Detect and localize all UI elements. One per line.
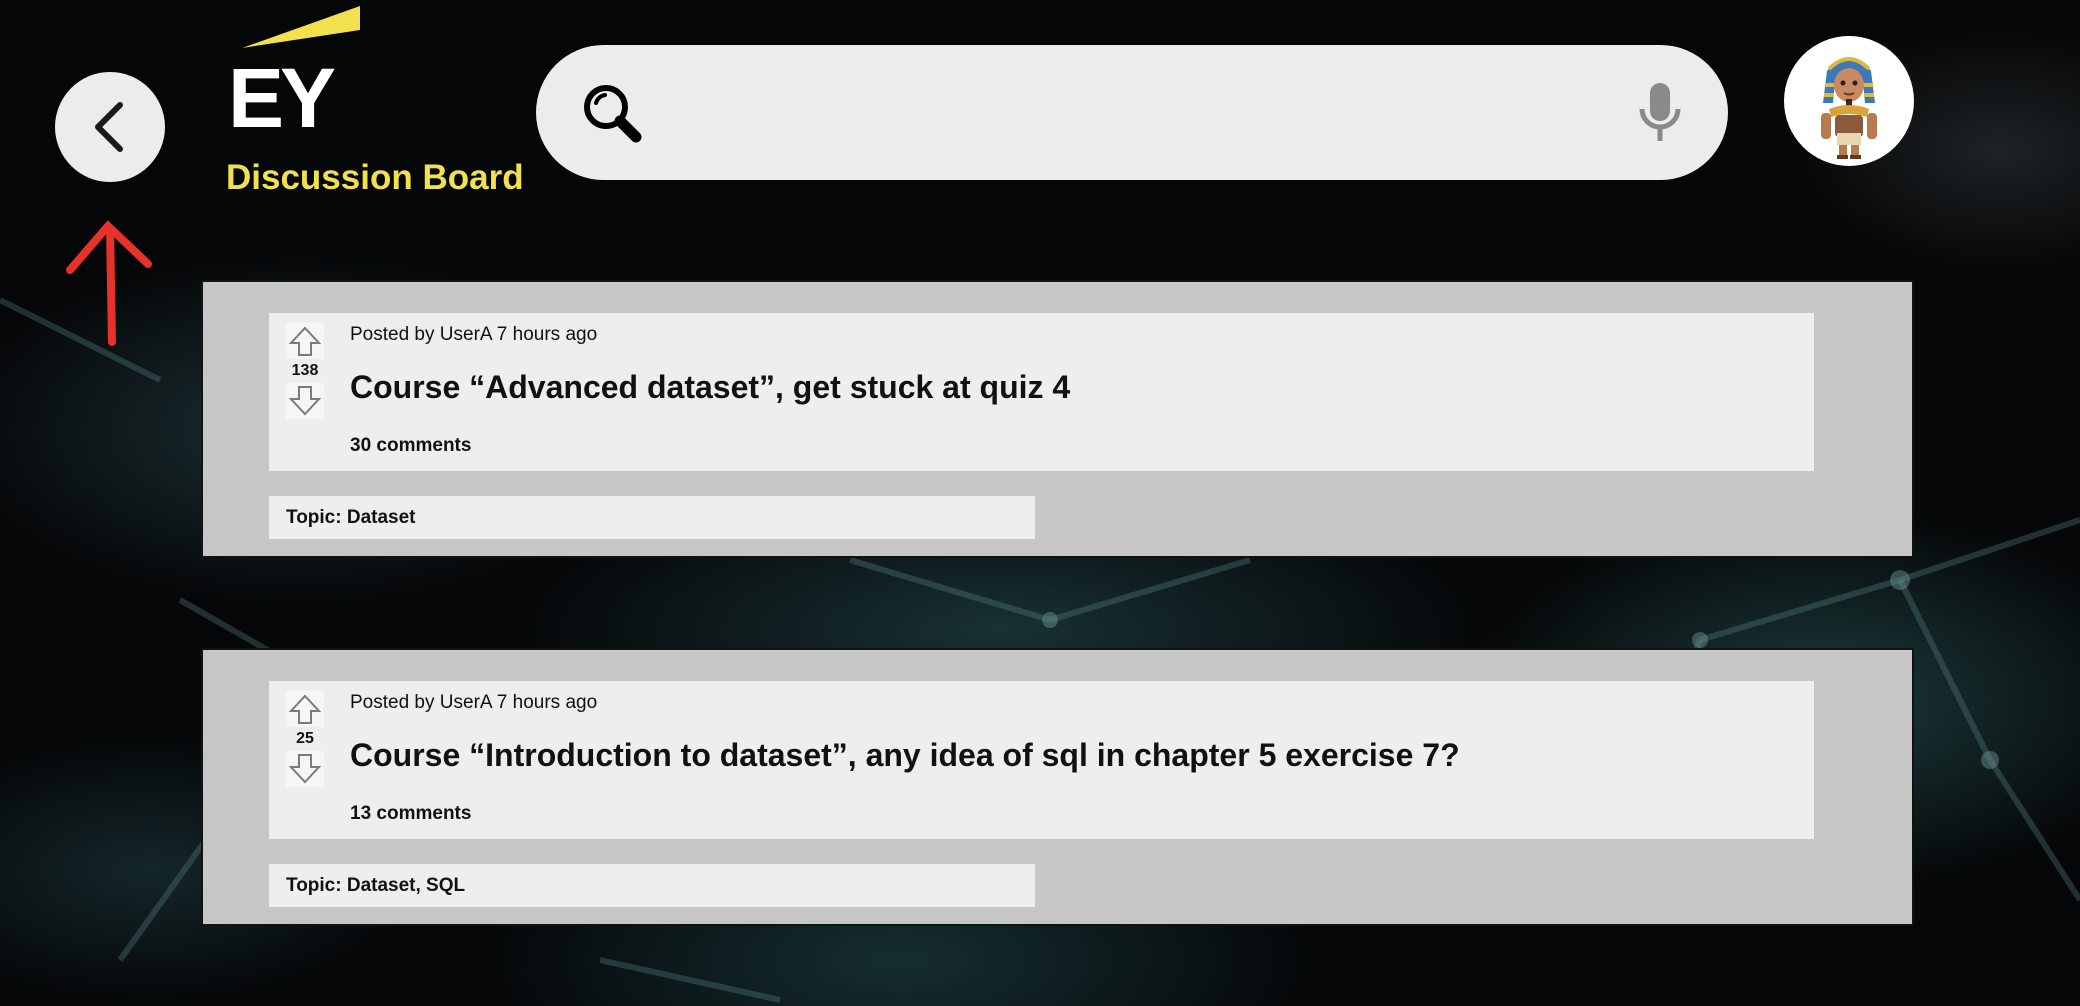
post-content: 25 Posted by UserA 7 hours ago Course “I… bbox=[269, 681, 1814, 839]
comments-link[interactable]: 30 comments bbox=[350, 435, 471, 457]
chevron-left-icon bbox=[95, 102, 123, 152]
pharaoh-avatar-icon bbox=[1821, 57, 1877, 159]
post-card[interactable]: 138 Posted by UserA 7 hours ago Course “… bbox=[201, 280, 1914, 558]
back-button[interactable] bbox=[55, 72, 165, 182]
post-title[interactable]: Course “Advanced dataset”, get stuck at … bbox=[350, 369, 1070, 406]
vote-count: 25 bbox=[296, 730, 314, 747]
post-content: 138 Posted by UserA 7 hours ago Course “… bbox=[269, 313, 1814, 471]
search-icon[interactable] bbox=[580, 81, 644, 145]
microphone-icon[interactable] bbox=[1632, 81, 1688, 145]
logo-beam-icon bbox=[242, 6, 360, 48]
downvote-button[interactable] bbox=[286, 383, 324, 419]
upvote-button[interactable] bbox=[286, 691, 324, 727]
search-input[interactable] bbox=[664, 92, 1612, 133]
arrow-up-icon bbox=[288, 694, 322, 724]
page-title: Discussion Board bbox=[226, 158, 524, 197]
comments-link[interactable]: 13 comments bbox=[350, 803, 471, 825]
vote-count: 138 bbox=[291, 362, 319, 379]
topic-tag: Topic: Dataset, SQL bbox=[269, 864, 1035, 907]
ey-logo: EY bbox=[228, 4, 360, 140]
downvote-button[interactable] bbox=[286, 751, 324, 787]
post-meta: Posted by UserA 7 hours ago bbox=[350, 324, 598, 345]
post-card[interactable]: 25 Posted by UserA 7 hours ago Course “I… bbox=[201, 648, 1914, 926]
post-meta: Posted by UserA 7 hours ago bbox=[350, 692, 598, 713]
up-arrow-annotation bbox=[66, 220, 152, 346]
arrow-down-icon bbox=[288, 754, 322, 784]
user-avatar[interactable] bbox=[1784, 36, 1914, 166]
arrow-down-icon bbox=[288, 386, 322, 416]
post-title[interactable]: Course “Introduction to dataset”, any id… bbox=[350, 737, 1460, 774]
topic-tag: Topic: Dataset bbox=[269, 496, 1035, 539]
upvote-button[interactable] bbox=[286, 323, 324, 359]
brand-name: EY bbox=[228, 51, 336, 145]
vote-controls: 138 bbox=[286, 323, 324, 433]
vote-controls: 25 bbox=[286, 691, 324, 801]
search-bar[interactable] bbox=[536, 45, 1728, 180]
arrow-up-icon bbox=[288, 326, 322, 356]
